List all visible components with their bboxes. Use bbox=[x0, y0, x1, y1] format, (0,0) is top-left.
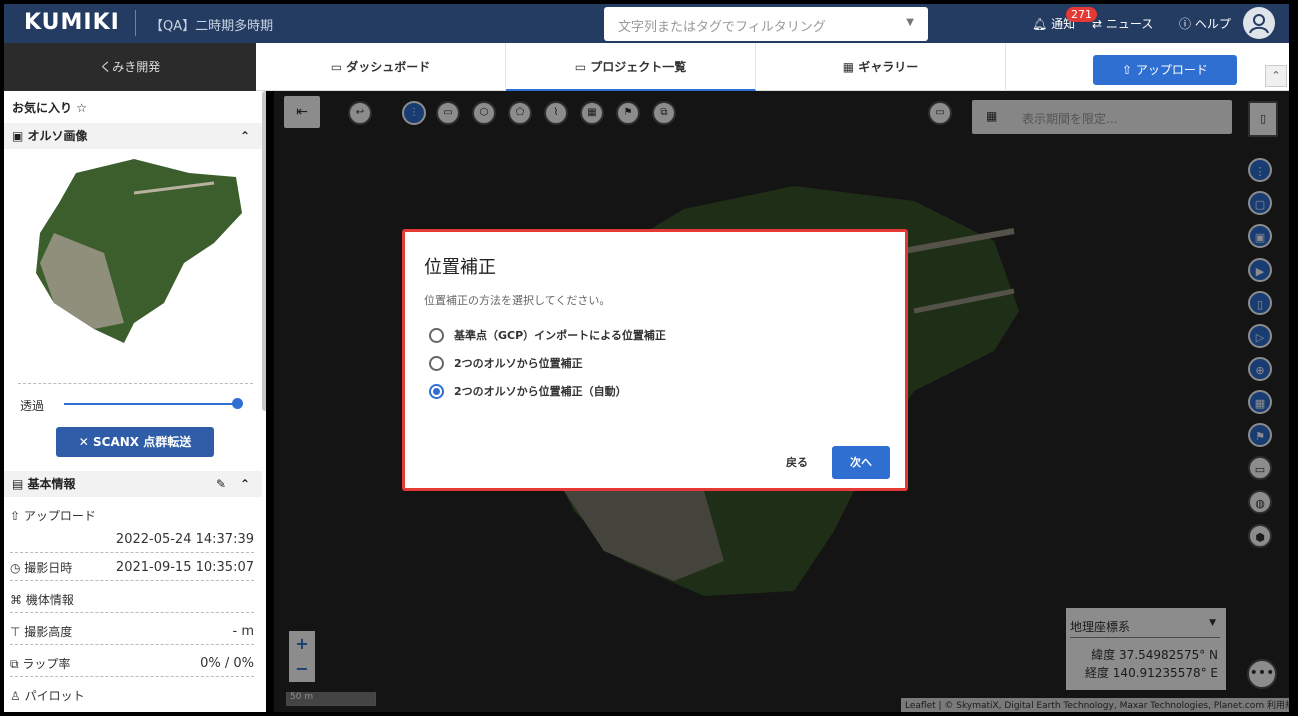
upload-label: アップロード bbox=[1135, 63, 1208, 77]
dialog-description: 位置補正の方法を選択してください。 bbox=[424, 294, 611, 307]
avatar[interactable] bbox=[1243, 7, 1275, 39]
basic-info-label: 基本情報 bbox=[27, 477, 76, 491]
sidebar: お気に入り ☆ ▣ オルソ画像 ⌃ 透過 ✕ SCANX 点群転送 ▤ 基本情報… bbox=[4, 91, 266, 712]
opacity-slider[interactable] bbox=[64, 403, 240, 405]
news-button[interactable]: ⇄ ニュース bbox=[1092, 15, 1153, 32]
ortho-header[interactable]: ▣ オルソ画像 ⌃ bbox=[4, 123, 262, 149]
overlap-icon: ⧉ bbox=[10, 657, 23, 671]
news-label: ニュース bbox=[1105, 17, 1154, 31]
chevron-up-icon: ⌃ bbox=[1271, 69, 1281, 82]
altitude-label: 撮影高度 bbox=[24, 625, 73, 639]
opacity-label: 透過 bbox=[20, 399, 45, 413]
help-icon: ⓘ bbox=[1179, 17, 1192, 31]
altitude-value: - m bbox=[232, 624, 255, 639]
grid-icon: ▦ bbox=[842, 60, 859, 74]
user-icon bbox=[1249, 14, 1269, 34]
tab-projects[interactable]: ▭ プロジェクト一覧 bbox=[506, 43, 756, 91]
pilot-label: パイロット bbox=[24, 689, 85, 703]
cloud-upload-icon: ⇧ bbox=[10, 509, 24, 523]
edit-icon[interactable]: ✎ bbox=[216, 471, 226, 497]
tag-filter-select[interactable]: 文字列またはタグでフィルタリング ▼ bbox=[604, 7, 928, 41]
logo[interactable]: KUMIKI bbox=[24, 10, 120, 35]
top-bar: KUMIKI 【QA】二時期多時期 文字列またはタグでフィルタリング ▼ 🔔︎ … bbox=[4, 4, 1289, 43]
position-correction-dialog: 位置補正 位置補正の方法を選択してください。 基準点（GCP）インポートによる位… bbox=[402, 229, 908, 491]
option-label: 2つのオルソから位置補正（自動） bbox=[454, 385, 627, 398]
scanx-transfer-button[interactable]: ✕ SCANX 点群転送 bbox=[56, 427, 214, 457]
back-button[interactable]: 戻る bbox=[777, 449, 817, 477]
star-icon: ☆ bbox=[76, 101, 87, 115]
bell-icon: 🔔︎ bbox=[1032, 17, 1048, 31]
ortho-thumbnail[interactable] bbox=[14, 153, 249, 363]
scanx-icon: ✕ bbox=[78, 435, 93, 449]
option-label: 2つのオルソから位置補正 bbox=[454, 357, 583, 370]
next-button[interactable]: 次へ bbox=[832, 446, 890, 479]
chevron-down-icon: ▼ bbox=[906, 17, 914, 28]
help-button[interactable]: ⓘ ヘルプ bbox=[1179, 15, 1231, 32]
altitude-info: ⊤ 撮影高度 - m bbox=[10, 619, 254, 645]
workspace-name[interactable]: くみき開発 bbox=[4, 43, 256, 91]
shot-date-label: 撮影日時 bbox=[24, 561, 73, 575]
overlap-value: 0% / 0% bbox=[200, 656, 254, 671]
chevron-up-icon: ⌃ bbox=[239, 129, 250, 143]
chevron-up-icon: ⌃ bbox=[239, 477, 250, 491]
app-window: KUMIKI 【QA】二時期多時期 文字列またはタグでフィルタリング ▼ 🔔︎ … bbox=[0, 0, 1298, 716]
device-label: 機体情報 bbox=[25, 593, 74, 607]
option-label: 基準点（GCP）インポートによる位置補正 bbox=[454, 329, 666, 342]
person-icon: ♙ bbox=[10, 689, 25, 703]
shot-date: 2021-09-15 10:35:07 bbox=[115, 560, 254, 575]
ortho-header-label: オルソ画像 bbox=[27, 129, 88, 143]
monitor-icon: ▭ bbox=[330, 60, 347, 74]
tab-gallery[interactable]: ▦ ギャラリー bbox=[756, 43, 1006, 91]
cloud-upload-icon: ⇧ bbox=[1122, 63, 1136, 77]
shot-date-info: ◷ 撮影日時 2021-09-15 10:35:07 bbox=[10, 555, 254, 581]
favorite-label: お気に入り bbox=[12, 101, 73, 115]
divider bbox=[135, 10, 136, 36]
radio-button[interactable] bbox=[429, 356, 444, 371]
scrollbar[interactable] bbox=[262, 91, 266, 411]
clock-icon: ◷ bbox=[10, 561, 25, 575]
upload-info-label: アップロード bbox=[23, 509, 96, 523]
camera-icon: ▣ bbox=[12, 129, 28, 143]
tab-label: ダッシュボード bbox=[346, 60, 431, 74]
help-label: ヘルプ bbox=[1194, 17, 1231, 31]
pilot-info: ♙ パイロット bbox=[10, 683, 254, 709]
project-name: 【QA】二時期多時期 bbox=[150, 19, 274, 34]
upload-button[interactable]: ⇧ アップロード bbox=[1093, 55, 1237, 85]
radio-button[interactable] bbox=[429, 328, 444, 343]
overlap-label: ラップ率 bbox=[22, 657, 71, 671]
document-icon: ▤ bbox=[12, 477, 28, 491]
scanx-label: SCANX 点群転送 bbox=[93, 435, 192, 449]
tab-label: プロジェクト一覧 bbox=[590, 60, 687, 74]
filter-placeholder: 文字列またはタグでフィルタリング bbox=[618, 20, 826, 35]
collapse-button[interactable]: ⌃ bbox=[1265, 65, 1287, 87]
nav-bar: くみき開発 ▭ ダッシュボード ▭ プロジェクト一覧 ▦ ギャラリー ⇧ アップ… bbox=[4, 43, 1289, 91]
drone-icon: ⌘ bbox=[10, 593, 26, 607]
folder-icon: ▭ bbox=[574, 60, 591, 74]
basic-info-header[interactable]: ▤ 基本情報 ✎ ⌃ bbox=[4, 471, 262, 497]
news-icon: ⇄ bbox=[1092, 17, 1103, 31]
dialog-title: 位置補正 bbox=[424, 257, 496, 278]
upload-info: ⇧ アップロード 2022-05-24 14:37:39 bbox=[10, 503, 254, 553]
device-info[interactable]: ⌘ 機体情報 bbox=[10, 587, 254, 613]
tab-label: ギャラリー bbox=[858, 60, 919, 74]
altitude-icon: ⊤ bbox=[10, 625, 25, 639]
opacity-slider-handle[interactable] bbox=[232, 398, 243, 409]
tab-dashboard[interactable]: ▭ ダッシュボード bbox=[256, 43, 506, 91]
favorite-toggle[interactable]: お気に入り ☆ bbox=[12, 99, 87, 116]
divider bbox=[18, 383, 253, 384]
radio-button-selected[interactable] bbox=[429, 384, 444, 399]
upload-date: 2022-05-24 14:37:39 bbox=[115, 532, 254, 547]
overlap-info: ⧉ ラップ率 0% / 0% bbox=[10, 651, 254, 677]
